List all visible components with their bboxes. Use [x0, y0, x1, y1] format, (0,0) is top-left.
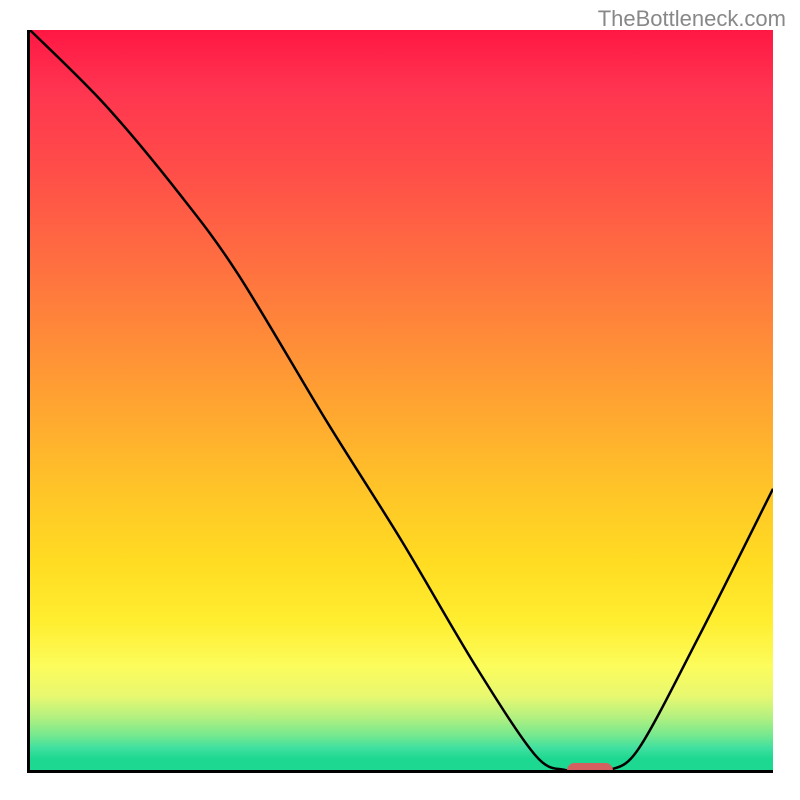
optimal-marker	[567, 763, 613, 773]
watermark-text: TheBottleneck.com	[598, 6, 786, 32]
bottleneck-curve	[30, 30, 773, 770]
chart-plot-area	[27, 30, 773, 773]
